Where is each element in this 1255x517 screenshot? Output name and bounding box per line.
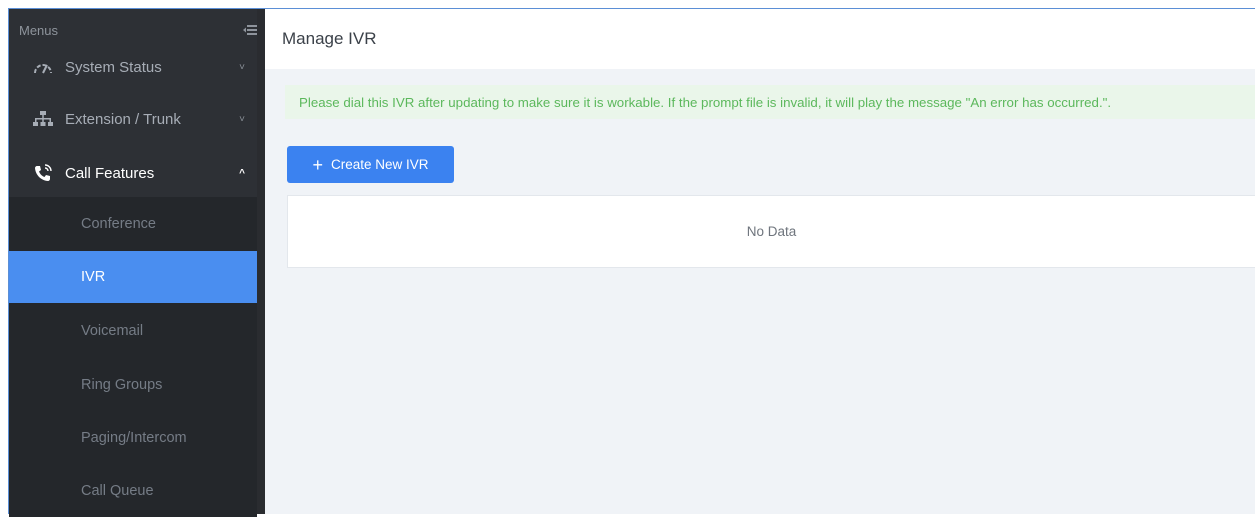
sidebar-item-system-status[interactable]: System Status ˅	[9, 45, 265, 89]
create-button-label: Create New IVR	[330, 157, 429, 172]
sidebar-item-call-features[interactable]: Call Features ^	[9, 149, 265, 197]
sidebar: Menus System Status ˅ Extension / Trunk …	[9, 9, 265, 517]
chevron-down-icon: ˅	[239, 61, 245, 73]
plus-icon: +	[312, 154, 323, 175]
sidebar-item-label: Extension / Trunk	[65, 110, 181, 128]
menus-title: Menus	[19, 22, 59, 38]
empty-state-text: No Data	[746, 224, 797, 239]
sidebar-item-label: Call Features	[65, 164, 155, 182]
page-title: Manage IVR	[282, 29, 377, 48]
phone-call-icon	[33, 163, 55, 183]
notice-text: Please dial this IVR after updating to m…	[299, 94, 1112, 110]
page-header: Manage IVR	[265, 9, 1255, 69]
submenu-item-call-queue[interactable]: Call Queue	[9, 465, 257, 517]
sidebar-item-label: System Status	[65, 58, 162, 76]
submenu-item-ring-groups[interactable]: Ring Groups	[9, 359, 257, 411]
call-features-submenu: Conference IVR Voicemail Ring Groups Pag…	[9, 197, 257, 517]
app-frame: Menus System Status ˅ Extension / Trunk …	[8, 8, 1255, 517]
submenu-item-ivr[interactable]: IVR	[9, 251, 257, 303]
submenu-item-conference[interactable]: Conference	[9, 197, 257, 251]
main-content: Manage IVR Please dial this IVR after up…	[265, 9, 1255, 514]
chevron-down-icon: ˅	[239, 113, 245, 125]
collapse-menu-icon[interactable]	[243, 24, 257, 36]
gauge-icon	[33, 60, 55, 74]
info-notice: Please dial this IVR after updating to m…	[285, 85, 1255, 119]
network-icon	[33, 111, 55, 127]
submenu-item-voicemail[interactable]: Voicemail	[9, 303, 257, 359]
create-new-ivr-button[interactable]: + Create New IVR	[287, 146, 454, 183]
ivr-table: No Data	[287, 195, 1255, 268]
submenu-item-paging-intercom[interactable]: Paging/Intercom	[9, 411, 257, 465]
chevron-up-icon: ^	[239, 167, 245, 179]
sidebar-item-extension-trunk[interactable]: Extension / Trunk ˅	[9, 89, 265, 149]
